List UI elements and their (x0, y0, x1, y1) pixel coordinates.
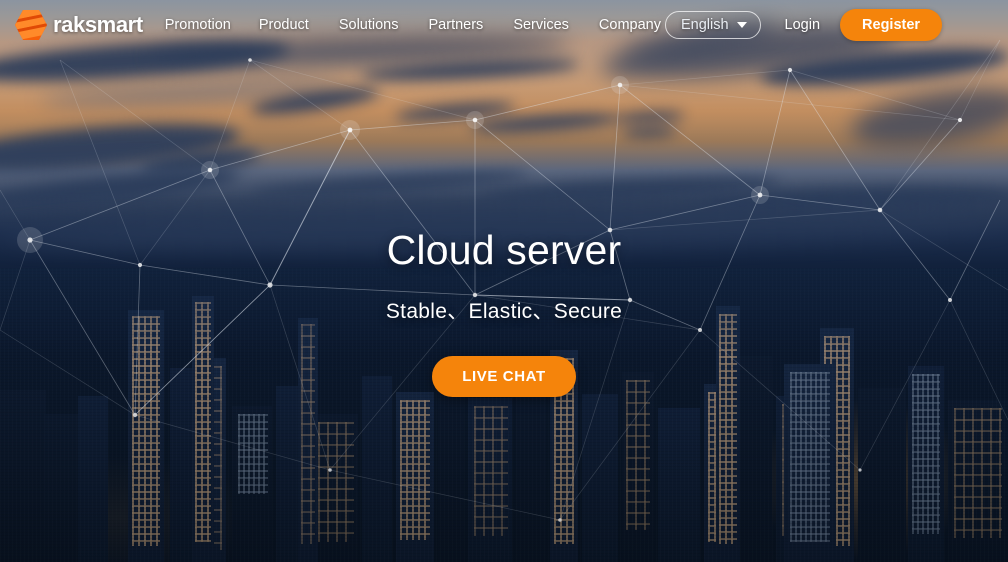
login-link[interactable]: Login (785, 12, 820, 39)
site-header: raksmart Promotion Product Solutions Par… (0, 0, 1008, 50)
raksmart-hex-logo-icon (15, 10, 47, 40)
logo-text: raksmart (53, 12, 143, 37)
hero-banner: raksmart Promotion Product Solutions Par… (0, 0, 1008, 562)
main-navigation: Promotion Product Solutions Partners Ser… (165, 8, 943, 42)
nav-item-partners[interactable]: Partners (429, 12, 484, 39)
nav-item-promotion[interactable]: Promotion (165, 12, 231, 39)
live-chat-button[interactable]: LIVE CHAT (432, 356, 576, 398)
nav-item-services[interactable]: Services (513, 12, 569, 39)
nav-item-company[interactable]: Company (599, 12, 661, 39)
logo[interactable]: raksmart (14, 9, 143, 41)
nav-item-solutions[interactable]: Solutions (339, 12, 399, 39)
language-selector-label: English (680, 16, 729, 33)
network-mesh-overlay (0, 39, 1008, 522)
nav-item-product[interactable]: Product (259, 12, 309, 39)
chevron-down-icon (736, 22, 747, 28)
register-button[interactable]: Register (840, 8, 943, 42)
language-selector[interactable]: English (664, 10, 761, 40)
